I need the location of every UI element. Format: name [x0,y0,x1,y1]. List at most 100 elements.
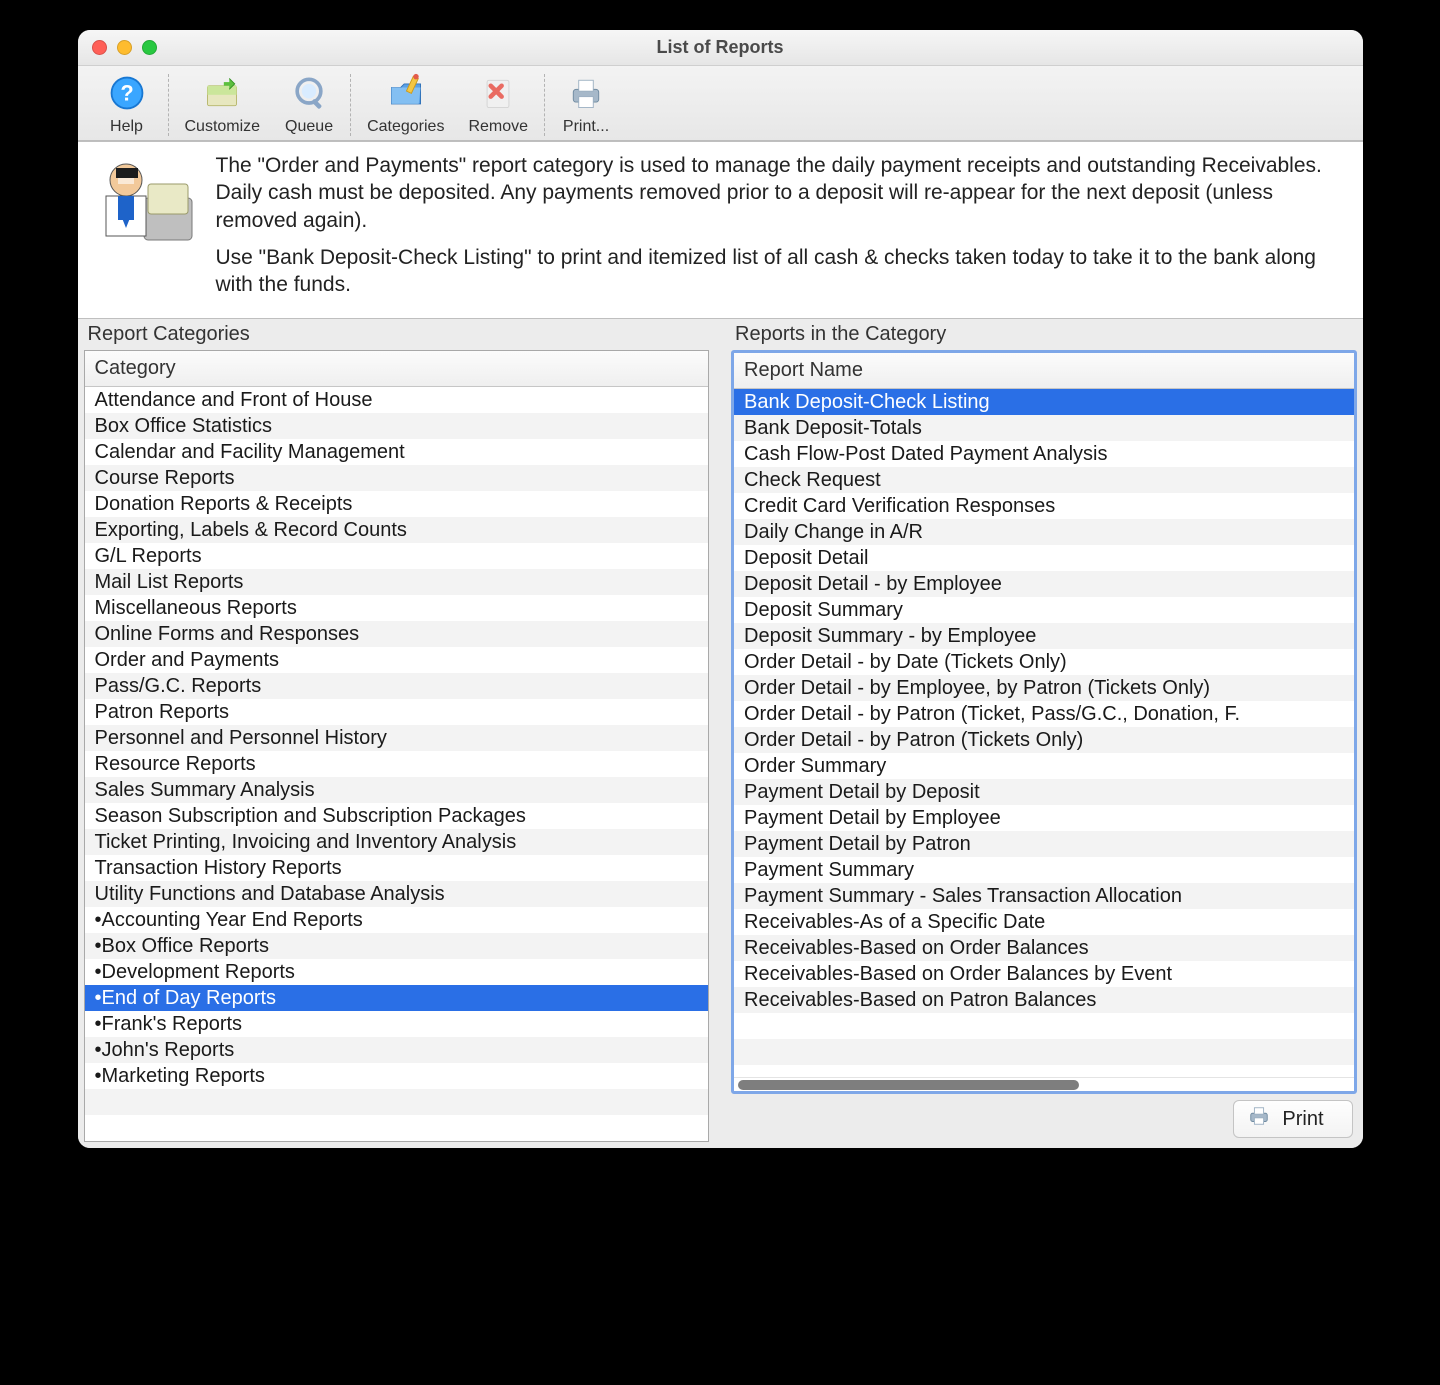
titlebar: List of Reports [78,30,1363,66]
category-row[interactable]: •Development Reports [85,959,709,985]
category-row-blank [85,1089,709,1115]
category-row[interactable]: Course Reports [85,465,709,491]
reports-pane: Reports in the Category Report Name Bank… [725,319,1363,1148]
category-row[interactable]: •Box Office Reports [85,933,709,959]
remove-label: Remove [468,118,528,136]
report-row[interactable]: Payment Detail by Employee [734,805,1354,831]
category-row[interactable]: •Accounting Year End Reports [85,907,709,933]
categories-pane-title: Report Categories [78,319,716,350]
report-row[interactable]: Payment Summary - Sales Transaction Allo… [734,883,1354,909]
queue-button[interactable]: Queue [284,72,334,136]
report-row[interactable]: Bank Deposit-Check Listing [734,389,1354,415]
print-button-label: Print [1282,1108,1323,1131]
main-panes: Report Categories Category Attendance an… [78,319,1363,1148]
report-row[interactable]: Credit Card Verification Responses [734,493,1354,519]
reports-hscrollbar[interactable] [734,1077,1354,1091]
category-row[interactable]: Patron Reports [85,699,709,725]
category-row[interactable]: Ticket Printing, Invoicing and Inventory… [85,829,709,855]
help-icon: ? [105,72,149,114]
category-row[interactable]: Season Subscription and Subscription Pac… [85,803,709,829]
category-row[interactable]: Transaction History Reports [85,855,709,881]
printer-small-icon [1248,1105,1270,1133]
category-row[interactable]: Sales Summary Analysis [85,777,709,803]
category-row[interactable]: •Marketing Reports [85,1063,709,1089]
report-row-blank [734,1039,1354,1065]
customize-button[interactable]: Customize [185,72,261,136]
report-row[interactable]: Order Detail - by Patron (Tickets Only) [734,727,1354,753]
help-label: Help [110,118,143,136]
report-row[interactable]: Deposit Summary [734,597,1354,623]
category-row[interactable]: Attendance and Front of House [85,387,709,413]
category-row[interactable]: Online Forms and Responses [85,621,709,647]
category-row[interactable]: Box Office Statistics [85,413,709,439]
category-row[interactable]: Donation Reports & Receipts [85,491,709,517]
remove-icon [476,72,520,114]
reports-list: Report Name Bank Deposit-Check ListingBa… [731,350,1357,1094]
category-row[interactable]: Pass/G.C. Reports [85,673,709,699]
category-row[interactable]: Miscellaneous Reports [85,595,709,621]
report-row[interactable]: Order Detail - by Patron (Ticket, Pass/G… [734,701,1354,727]
category-row[interactable]: Utility Functions and Database Analysis [85,881,709,907]
category-row[interactable]: •John's Reports [85,1037,709,1063]
category-row[interactable]: Resource Reports [85,751,709,777]
description-text: The "Order and Payments" report category… [216,152,1343,308]
categories-label: Categories [367,118,444,136]
category-row[interactable]: Personnel and Personnel History [85,725,709,751]
folder-pencil-icon [384,72,428,114]
report-row[interactable]: Bank Deposit-Totals [734,415,1354,441]
report-row[interactable]: Daily Change in A/R [734,519,1354,545]
report-row[interactable]: Deposit Summary - by Employee [734,623,1354,649]
description-p2: Use "Bank Deposit-Check Listing" to prin… [216,244,1343,299]
category-row[interactable]: Order and Payments [85,647,709,673]
report-row[interactable]: Order Summary [734,753,1354,779]
print-toolbar-button[interactable]: Print... [561,72,611,136]
category-row[interactable]: Calendar and Facility Management [85,439,709,465]
categories-button[interactable]: Categories [367,72,444,136]
print-toolbar-label: Print... [563,118,609,136]
print-button[interactable]: Print [1233,1100,1352,1138]
toolbar-separator [544,74,545,136]
reports-hscroll-thumb[interactable] [738,1080,1079,1090]
category-row[interactable]: •Frank's Reports [85,1011,709,1037]
description-illustration [88,152,198,250]
report-row[interactable]: Payment Summary [734,857,1354,883]
reports-rows[interactable]: Bank Deposit-Check ListingBank Deposit-T… [734,389,1354,1077]
report-row[interactable]: Payment Detail by Deposit [734,779,1354,805]
report-row[interactable]: Order Detail - by Date (Tickets Only) [734,649,1354,675]
reports-pane-title: Reports in the Category [725,319,1363,350]
remove-button[interactable]: Remove [468,72,528,136]
window-frame: List of Reports ? Help [78,30,1363,1148]
report-row[interactable]: Receivables-Based on Order Balances [734,935,1354,961]
report-row-blank [734,1013,1354,1039]
category-row[interactable]: G/L Reports [85,543,709,569]
report-row[interactable]: Deposit Detail - by Employee [734,571,1354,597]
category-row[interactable]: Exporting, Labels & Record Counts [85,517,709,543]
reports-footer: Print [725,1100,1363,1148]
report-row[interactable]: Receivables-Based on Order Balances by E… [734,961,1354,987]
customize-label: Customize [185,118,261,136]
reports-column-header[interactable]: Report Name [734,353,1354,389]
help-button[interactable]: ? Help [102,72,152,136]
customize-icon [200,72,244,114]
categories-list: Category Attendance and Front of HouseBo… [84,350,710,1142]
report-row[interactable]: Cash Flow-Post Dated Payment Analysis [734,441,1354,467]
report-row[interactable]: Receivables-As of a Specific Date [734,909,1354,935]
toolbar-separator [168,74,169,136]
toolbar-separator [350,74,351,136]
printer-icon [564,72,608,114]
category-row-blank [85,1115,709,1141]
report-row[interactable]: Order Detail - by Employee, by Patron (T… [734,675,1354,701]
report-row[interactable]: Check Request [734,467,1354,493]
description-p1: The "Order and Payments" report category… [216,152,1343,234]
toolbar: ? Help Customize [78,66,1363,141]
category-row[interactable]: Mail List Reports [85,569,709,595]
svg-text:?: ? [120,80,133,105]
categories-column-header[interactable]: Category [85,351,709,387]
category-row[interactable]: •End of Day Reports [85,985,709,1011]
report-row[interactable]: Receivables-Based on Patron Balances [734,987,1354,1013]
categories-rows[interactable]: Attendance and Front of HouseBox Office … [85,387,709,1141]
queue-label: Queue [285,118,333,136]
queue-icon [287,72,331,114]
report-row[interactable]: Payment Detail by Patron [734,831,1354,857]
report-row[interactable]: Deposit Detail [734,545,1354,571]
